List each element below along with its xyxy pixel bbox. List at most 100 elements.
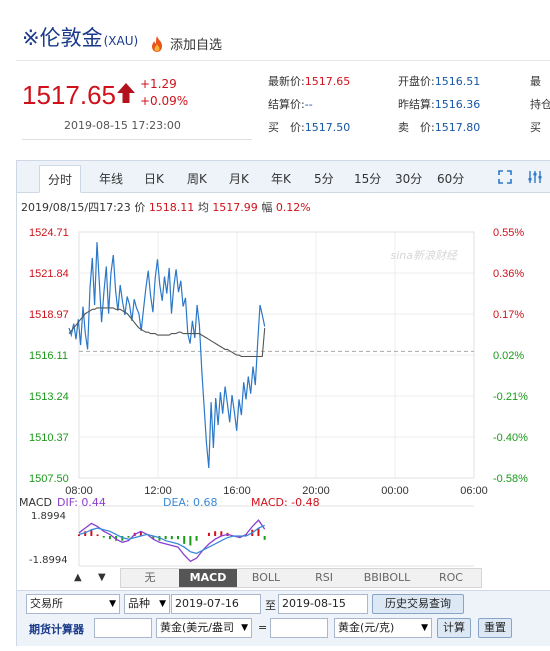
info-date: 2019/08/15/四17:23 xyxy=(21,201,131,214)
calculator-label: 期货计算器 xyxy=(29,623,84,636)
quote-field-label: 结算价: xyxy=(268,98,305,111)
quote-field-label: 买 价: xyxy=(268,121,305,134)
quote-field: 买 xyxy=(530,119,541,135)
tab-9[interactable]: 60分 xyxy=(437,170,464,187)
tab-6[interactable]: 5分 xyxy=(314,170,334,187)
tab-8[interactable]: 30分 xyxy=(395,170,422,187)
time-axis-label: 06:00 xyxy=(460,485,488,497)
tab-2[interactable]: 日K xyxy=(144,170,164,187)
tab-3[interactable]: 周K xyxy=(187,170,207,187)
quote-field-value: 1516.36 xyxy=(434,98,481,111)
quote-field-value: 1516.51 xyxy=(434,75,481,88)
quote-field: 最新价:1517.65 xyxy=(268,73,350,89)
unit-from-select[interactable]: 黄金(美元/盎司 ▼ xyxy=(156,618,252,638)
quote-field: 买 价:1517.50 xyxy=(268,119,350,135)
time-axis-label: 16:00 xyxy=(223,485,251,497)
tab-0[interactable]: 分时 xyxy=(39,165,82,193)
instrument-name: ※伦敦金 xyxy=(22,26,103,50)
quote-field-label: 卖 价: xyxy=(398,121,435,134)
info-price: 1518.11 xyxy=(148,201,195,214)
quote-underline xyxy=(22,139,252,140)
pct-axis-label: 0.36% xyxy=(493,268,524,280)
history-query-button[interactable]: 历史交易查询 xyxy=(372,594,464,614)
macd-dea-line xyxy=(78,524,265,555)
unit-to-select[interactable]: 黄金(元/克) ▼ xyxy=(334,618,432,638)
variety-select-value: 品种 xyxy=(128,597,150,610)
watermark: sina新浪财经 xyxy=(391,249,458,262)
quote-field: 开盘价:1516.51 xyxy=(398,73,480,89)
date-from-input[interactable]: 2019-07-16 xyxy=(171,594,261,614)
fire-icon xyxy=(152,35,162,52)
tab-4[interactable]: 月K xyxy=(229,170,249,187)
chart-info-bar: 2019/08/15/四17:23 价 1518.11 均 1517.99 幅 … xyxy=(21,199,311,215)
quote-field: 结算价:-- xyxy=(268,96,313,112)
quote-field: 最 xyxy=(530,73,541,89)
pct-axis-label: 0.55% xyxy=(493,227,524,239)
quote-field-value: 1517.65 xyxy=(304,75,351,88)
change-percent: +0.09% xyxy=(140,94,189,108)
quote-field-label: 昨结算: xyxy=(398,98,435,111)
period-tabs: 分时 年线 日K 周K 月K 年K 5分 15分 30分 60分 xyxy=(17,161,550,193)
indicator-tab-0[interactable]: 无 xyxy=(121,569,179,587)
dropdown-arrow-icon: ▼ xyxy=(241,623,248,633)
info-price-label: 价 xyxy=(134,201,146,214)
calculate-button[interactable]: 计算 xyxy=(437,618,471,638)
arrow-up-icon xyxy=(117,83,135,103)
price-axis-label: 1513.24 xyxy=(29,391,69,403)
intraday-chart[interactable]: 1524.71 1521.84 1518.97 1516.11 1513.24 1510.… xyxy=(17,216,550,568)
quote-field: 昨结算:1516.36 xyxy=(398,96,480,112)
macd-tick-bottom: -1.8994 xyxy=(29,555,68,566)
date-to-input[interactable]: 2019-08-15 xyxy=(278,594,368,614)
price-axis-label: 1516.11 xyxy=(29,350,68,362)
pct-axis-label: 0.17% xyxy=(493,309,524,321)
calc-result-input[interactable] xyxy=(270,618,328,638)
info-avg: 1517.99 xyxy=(212,201,258,214)
info-amp-label: 幅 xyxy=(261,201,273,214)
average-line xyxy=(68,307,266,358)
macd-legend-dea: DEA: 0.68 xyxy=(163,496,217,509)
instrument-title: ※伦敦金(XAU) xyxy=(22,22,138,52)
dropdown-arrow-icon: ▼ xyxy=(421,623,428,633)
pct-axis-label: -0.58% xyxy=(493,473,528,485)
tab-1[interactable]: 年线 xyxy=(99,170,123,187)
quote-time: 2019-08-15 17:23:00 xyxy=(64,119,181,132)
macd-legend-dif: DIF: 0.44 xyxy=(57,496,106,509)
quote-field-value: 1517.80 xyxy=(434,121,481,134)
tab-5[interactable]: 年K xyxy=(271,170,291,187)
quote-field-label: 开盘价: xyxy=(398,75,435,88)
header-divider xyxy=(16,60,550,61)
pct-axis-label: -0.40% xyxy=(493,432,528,444)
reset-button[interactable]: 重置 xyxy=(478,618,512,638)
price-axis-label: 1510.37 xyxy=(29,432,69,444)
indicator-tab-1[interactable]: MACD xyxy=(179,569,237,587)
change-value: +1.29 xyxy=(140,77,177,91)
macd-tick-top: 1.8994 xyxy=(31,511,66,522)
nav-up-button[interactable]: ▲ xyxy=(74,572,82,583)
indicator-tab-2[interactable]: BOLL xyxy=(237,569,295,587)
indicator-tab-3[interactable]: RSI xyxy=(295,569,353,587)
price-axis-label: 1521.84 xyxy=(29,268,69,280)
indicator-tab-5[interactable]: ROC xyxy=(421,569,481,587)
quote-field-label: 最新价: xyxy=(268,75,305,88)
quote-field-value: 1517.50 xyxy=(304,121,351,134)
add-favorite-label: 添加自选 xyxy=(170,38,223,53)
time-axis-label: 00:00 xyxy=(381,485,409,497)
nav-down-button[interactable]: ▼ xyxy=(98,572,106,583)
indicator-tab-4[interactable]: BBIBOLL xyxy=(353,569,421,587)
dropdown-arrow-icon: ▼ xyxy=(109,599,116,609)
info-avg-label: 均 xyxy=(197,201,209,214)
macd-legend-macd: MACD: -0.48 xyxy=(251,496,320,509)
quote-field-label: 最 xyxy=(530,75,541,88)
settings-icon[interactable] xyxy=(528,170,542,184)
fullscreen-icon[interactable] xyxy=(498,170,512,184)
price-axis-label: 1518.97 xyxy=(29,309,69,321)
equals-label: = xyxy=(258,621,268,634)
variety-select[interactable]: 品种 ▼ xyxy=(124,594,170,614)
unit-from-value: 黄金(美元/盎司 xyxy=(160,621,234,634)
tab-7[interactable]: 15分 xyxy=(354,170,381,187)
indicator-tabs: 无 MACD BOLL RSI BBIBOLL ROC xyxy=(120,568,482,588)
exchange-select[interactable]: 交易所 ▼ xyxy=(26,594,120,614)
calc-amount-input[interactable] xyxy=(94,618,152,638)
exchange-select-value: 交易所 xyxy=(30,597,63,610)
add-favorite-button[interactable]: 添加自选 xyxy=(148,34,222,53)
